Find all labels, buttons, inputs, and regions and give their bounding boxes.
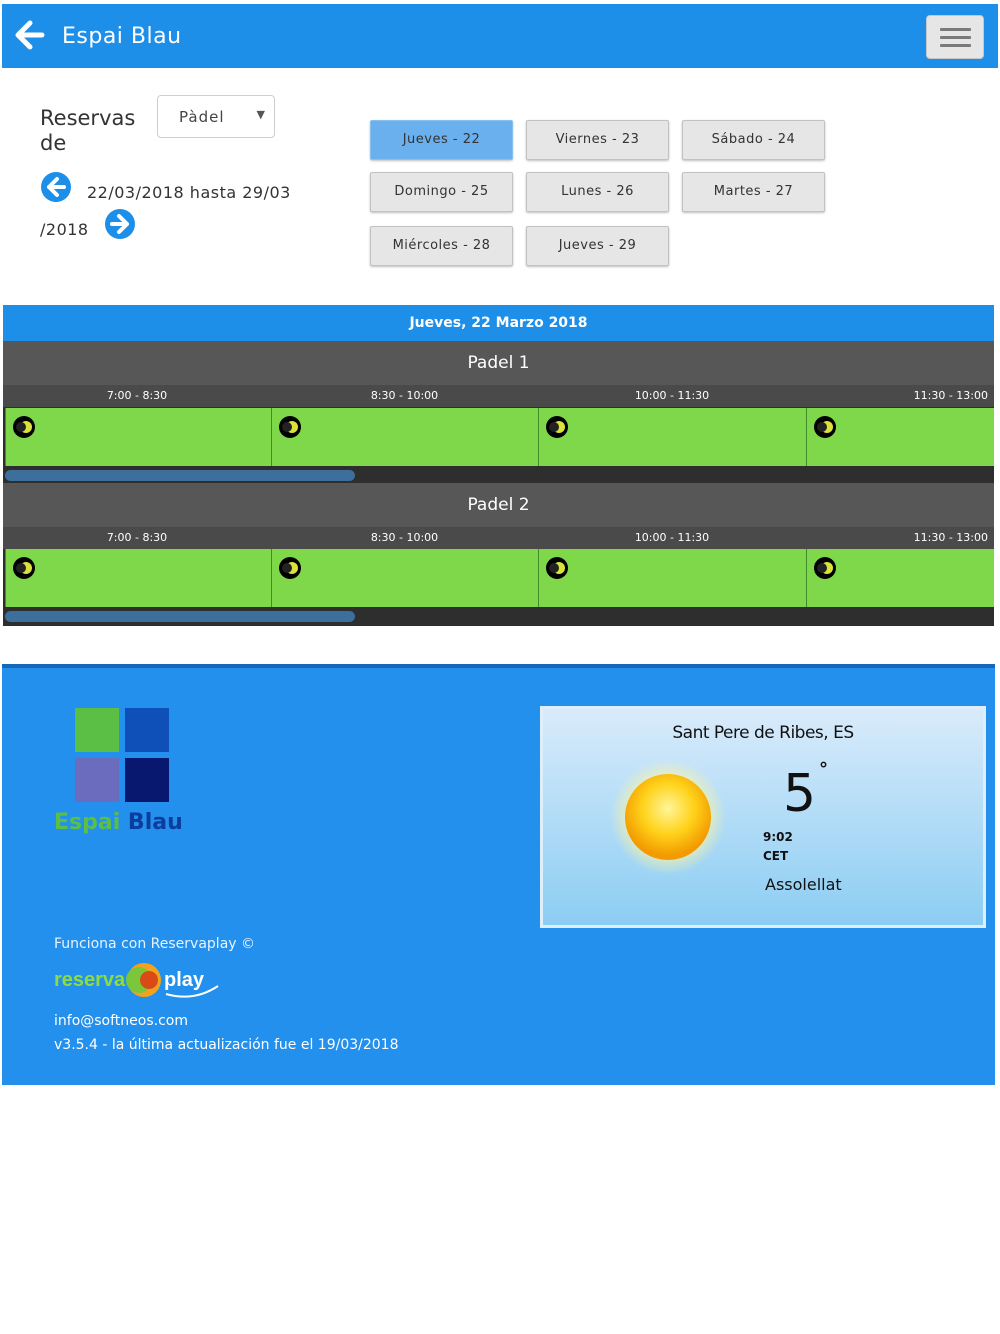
sport-select-value: Pàdel [179, 108, 225, 126]
scrollbar-thumb[interactable] [5, 611, 355, 622]
slot-available[interactable] [5, 549, 271, 607]
svg-text:play: play [164, 969, 205, 991]
contact-email[interactable]: info@softneos.com [54, 1013, 188, 1029]
slot-time: 11:30 - 13:00 [806, 527, 994, 549]
date-range-start: 22/03/2018 hasta 29/03 [87, 183, 291, 202]
slot-time: 7:00 - 8:30 [3, 385, 271, 407]
reservaplay-logo[interactable]: reserva play [54, 958, 224, 1004]
logo-text: Espai Blau [54, 810, 183, 835]
footer: Espai Blau Sant Pere de Ribes, ES 5 ° 9:… [2, 664, 995, 1085]
court-title-padel-1: Padel 1 [3, 341, 994, 385]
slot-time: 8:30 - 10:00 [271, 527, 538, 549]
schedule-date-title: Jueves, 22 Marzo 2018 [3, 305, 994, 341]
reservas-label: Reservas de [40, 106, 136, 155]
ball-icon [546, 416, 568, 438]
top-bar: Espai Blau [2, 4, 998, 68]
horizontal-scrollbar[interactable] [3, 468, 994, 483]
weather-time: 9:02 [763, 830, 793, 844]
page-title: Espai Blau [62, 24, 182, 49]
scrollbar-thumb[interactable] [5, 470, 355, 481]
ball-icon [279, 416, 301, 438]
weather-widget: Sant Pere de Ribes, ES 5 ° 9:02 CET Asso… [540, 706, 986, 928]
ball-icon [13, 416, 35, 438]
day-button-jueves-29[interactable]: Jueves - 29 [526, 226, 669, 266]
slot-time: 8:30 - 10:00 [271, 385, 538, 407]
sport-select[interactable]: Pàdel ▼ [157, 95, 275, 138]
day-button-martes-27[interactable]: Martes - 27 [682, 172, 825, 212]
menu-button[interactable] [926, 15, 984, 59]
prev-week-icon[interactable] [40, 171, 72, 203]
espai-blau-logo [75, 708, 171, 804]
day-button-jueves-22[interactable]: Jueves - 22 [370, 120, 513, 160]
ball-icon [546, 557, 568, 579]
slot-time: 11:30 - 13:00 [806, 385, 994, 407]
day-button-domingo-25[interactable]: Domingo - 25 [370, 172, 513, 212]
day-button-miercoles-28[interactable]: Miércoles - 28 [370, 226, 513, 266]
horizontal-scrollbar[interactable] [3, 609, 994, 624]
day-button-sabado-24[interactable]: Sábado - 24 [682, 120, 825, 160]
slot-available[interactable] [5, 408, 271, 466]
slot-available[interactable] [806, 549, 994, 607]
weather-degree: ° [819, 759, 828, 780]
slot-time: 10:00 - 11:30 [538, 527, 806, 549]
slot-time: 10:00 - 11:30 [538, 385, 806, 407]
chevron-down-icon: ▼ [256, 108, 265, 121]
weather-location: Sant Pere de Ribes, ES [672, 723, 854, 743]
schedule-grid: Jueves, 22 Marzo 2018 Padel 1 7:00 - 8:3… [3, 305, 994, 626]
powered-by-text: Funciona con Reservaplay © [54, 936, 256, 952]
slot-time: 7:00 - 8:30 [3, 527, 271, 549]
ball-icon [13, 557, 35, 579]
version-text: v3.5.4 - la última actualización fue el … [54, 1037, 399, 1053]
day-button-lunes-26[interactable]: Lunes - 26 [526, 172, 669, 212]
hamburger-icon [940, 28, 971, 31]
slot-available[interactable] [271, 408, 538, 466]
ball-icon [279, 557, 301, 579]
ball-icon [814, 557, 836, 579]
slot-available[interactable] [271, 549, 538, 607]
weather-timezone: CET [763, 849, 789, 863]
weather-temperature: 5 [783, 764, 817, 824]
svg-text:reserva: reserva [54, 969, 126, 991]
next-week-icon[interactable] [104, 208, 136, 240]
slot-available[interactable] [538, 408, 806, 466]
sun-icon [610, 759, 726, 875]
court-title-padel-2: Padel 2 [3, 483, 994, 527]
weather-condition: Assolellat [765, 875, 842, 894]
slot-available[interactable] [538, 549, 806, 607]
day-button-viernes-23[interactable]: Viernes - 23 [526, 120, 669, 160]
ball-icon [814, 416, 836, 438]
back-arrow-icon[interactable] [14, 19, 46, 51]
slot-available[interactable] [806, 408, 994, 466]
date-range-end: /2018 [40, 220, 89, 239]
